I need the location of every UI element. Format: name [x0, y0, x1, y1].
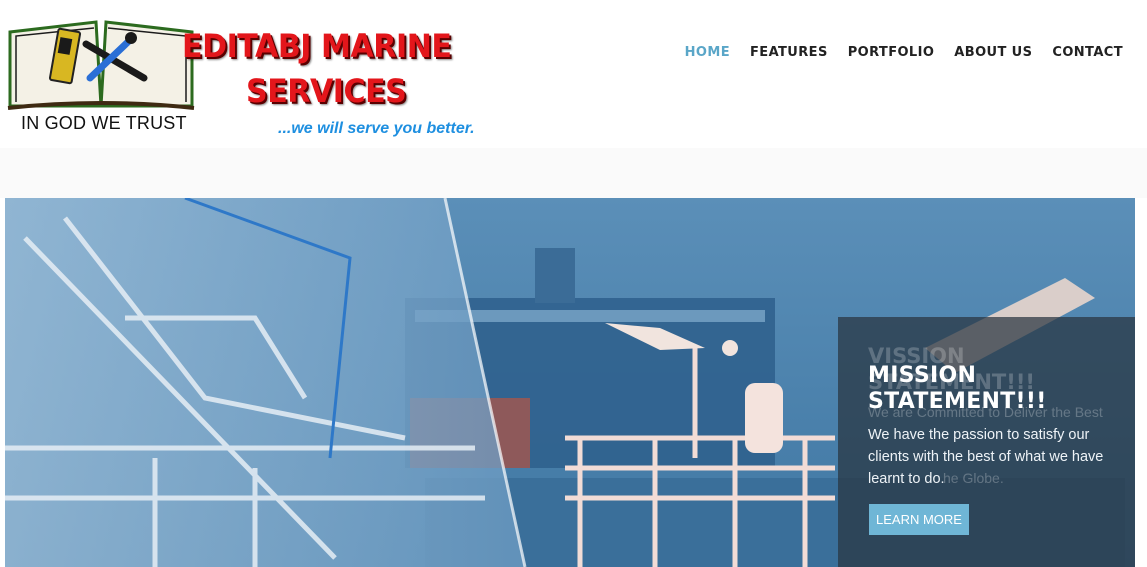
brand-name-line2: SERVICES: [246, 72, 407, 110]
brand-tagline: ...we will serve you better.: [278, 120, 475, 137]
nav-item-contact[interactable]: CONTACT: [1042, 45, 1133, 60]
brand-name-line1: EDITABJ MARINE: [182, 27, 452, 65]
nav-item-home[interactable]: HOME: [675, 45, 740, 60]
nav-item-about-us[interactable]: ABOUT US: [944, 45, 1042, 60]
main-nav: HOME FEATURES PORTFOLIO ABOUT US CONTACT: [675, 45, 1133, 60]
mission-title: MISSION STATEMENT!!!: [868, 363, 1047, 414]
book-logo-icon: [7, 20, 195, 110]
site-logo[interactable]: EDITABJ MARINE SERVICES ...we will serve…: [6, 14, 496, 142]
header-spacer: [0, 148, 1147, 198]
nav-item-portfolio[interactable]: PORTFOLIO: [838, 45, 945, 60]
site-header: EDITABJ MARINE SERVICES ...we will serve…: [0, 0, 1147, 148]
learn-more-button[interactable]: LEARN MORE: [869, 504, 969, 535]
brand-motto: IN GOD WE TRUST: [21, 113, 187, 133]
mission-text: We have the passion to satisfy our clien…: [868, 427, 1104, 487]
nav-item-features[interactable]: FEATURES: [740, 45, 838, 60]
